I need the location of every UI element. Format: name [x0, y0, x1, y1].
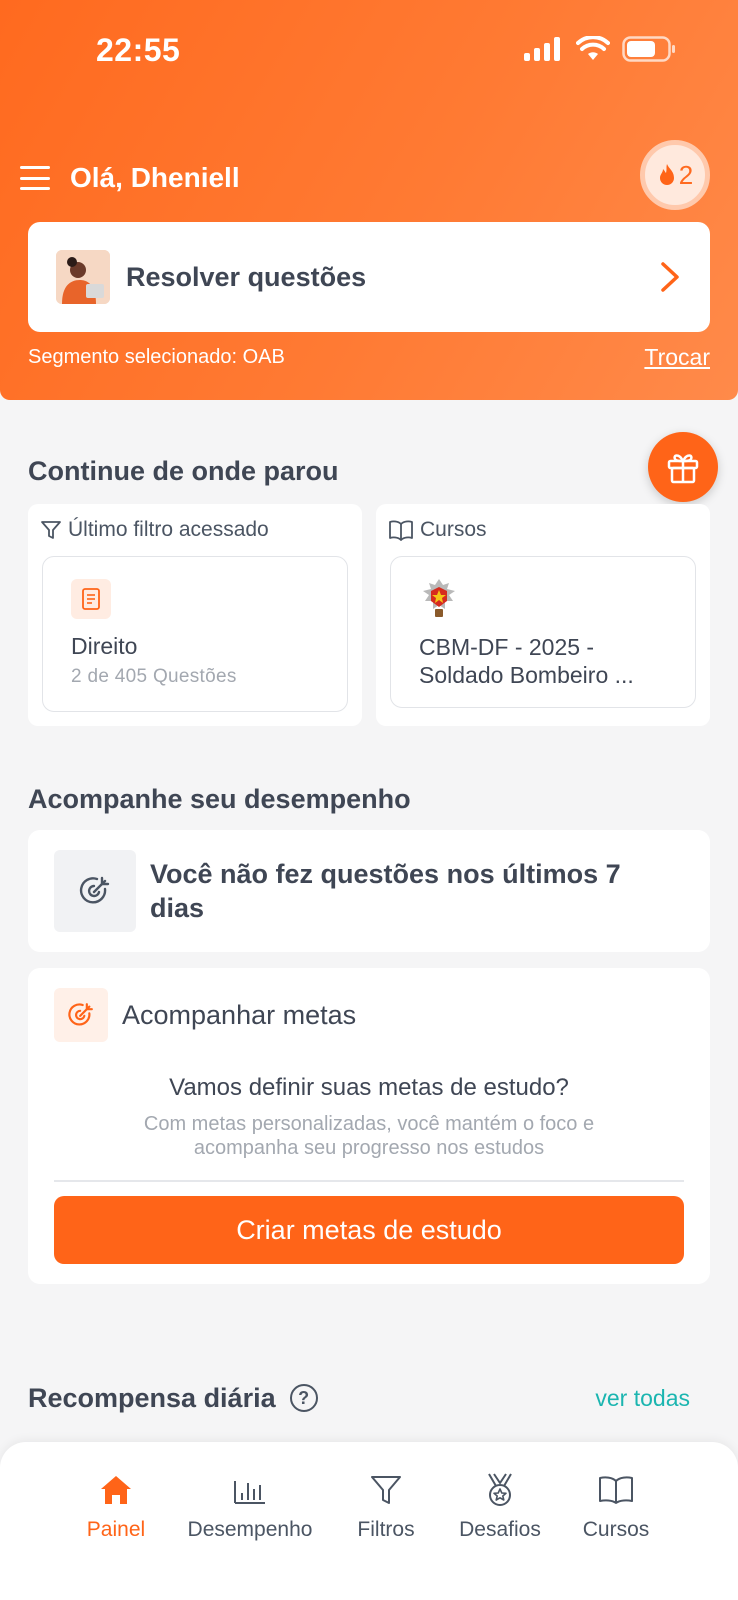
streak-count: 2	[678, 159, 694, 190]
last-filter-title: Direito	[71, 633, 138, 659]
nav-painel[interactable]: Painel	[70, 1472, 162, 1542]
greeting: Olá, Dheniell	[70, 162, 240, 193]
goals-title: Acompanhar metas	[122, 999, 357, 1030]
status-bar: 22:55	[0, 0, 738, 100]
continue-section-title: Continue de onde parou	[28, 456, 339, 486]
last-filter-panel: Último filtro acessado Direito 2 de 405 …	[28, 504, 362, 726]
nav-filtros[interactable]: Filtros	[346, 1472, 426, 1542]
gift-button[interactable]	[648, 432, 718, 502]
goals-description: Com metas personalizadas, você mantém o …	[88, 1112, 650, 1160]
swap-segment-link[interactable]: Trocar	[644, 344, 710, 371]
last-filter-card[interactable]: Direito 2 de 405 Questões	[42, 556, 348, 712]
last-filter-heading-text: Último filtro acessado	[68, 518, 269, 541]
goals-description-line2: acompanha seu progresso nos estudos	[193, 1137, 545, 1159]
nav-label-desempenho: Desempenho	[187, 1518, 313, 1541]
daily-reward-title: Recompensa diária	[28, 1382, 276, 1413]
course-card[interactable]: CBM-DF - 2025 - Soldado Bombeiro ...	[390, 556, 696, 708]
goals-question: Vamos definir suas metas de estudo?	[169, 1074, 569, 1101]
no-activity-line2: dias	[150, 893, 205, 923]
course-title-line1: CBM-DF - 2025 -	[419, 634, 595, 660]
home-icon	[99, 1472, 133, 1508]
gift-icon	[667, 454, 699, 484]
segment-row: Segmento selecionado: OAB Trocar	[28, 344, 710, 371]
chevron-right-icon	[661, 262, 679, 292]
courses-heading: Cursos	[388, 518, 487, 542]
course-title-line2: Soldado Bombeiro ...	[419, 662, 634, 688]
nav-cursos[interactable]: Cursos	[576, 1472, 656, 1542]
nav-label-cursos: Cursos	[582, 1518, 650, 1541]
filter-icon	[369, 1472, 403, 1508]
divider	[54, 1180, 684, 1182]
status-time: 22:55	[96, 32, 181, 68]
signal-icon	[524, 37, 560, 61]
solve-questions-label: Resolver questões	[126, 261, 367, 292]
no-activity-line1: Você não fez questões nos últimos 7	[150, 859, 621, 889]
bottom-nav: Painel Desempenho Filtros Desafios Curso…	[0, 1442, 738, 1600]
nav-desafios[interactable]: Desafios	[450, 1472, 550, 1542]
book-icon	[389, 520, 413, 541]
last-filter-subtitle: 2 de 405 Questões	[71, 666, 237, 687]
solve-questions-card[interactable]: Resolver questões	[28, 222, 710, 332]
header: 22:55 Olá, Dheniell 2 Resolver questões …	[0, 0, 738, 400]
streak-badge[interactable]: 2	[640, 140, 710, 210]
goals-target-icon	[54, 988, 108, 1042]
course-title: CBM-DF - 2025 - Soldado Bombeiro ...	[419, 633, 667, 689]
book-icon	[598, 1472, 634, 1508]
see-all-link[interactable]: ver todas	[595, 1385, 690, 1412]
status-icons	[524, 36, 676, 62]
last-filter-heading: Último filtro acessado	[40, 518, 269, 542]
nav-label-filtros: Filtros	[357, 1518, 415, 1541]
nav-label-desafios: Desafios	[459, 1518, 541, 1541]
nav-desempenho[interactable]: Desempenho	[182, 1472, 318, 1542]
help-icon[interactable]: ?	[289, 1384, 318, 1412]
no-activity-message: Você não fez questões nos últimos 7 dias	[150, 857, 621, 925]
battery-icon	[622, 36, 675, 62]
courses-panel: Cursos CBM-DF - 2025 - Soldado Bombeiro …	[376, 504, 710, 726]
medal-icon	[483, 1472, 517, 1508]
goals-header: Acompanhar metas	[54, 988, 356, 1042]
segment-text: Segmento selecionado: OAB	[28, 346, 285, 368]
daily-reward-row: Recompensa diária ? ver todas	[28, 1378, 690, 1418]
nav-label-painel: Painel	[86, 1518, 146, 1541]
book-doc-icon	[71, 579, 111, 619]
bar-chart-icon	[233, 1472, 267, 1508]
goals-card: Acompanhar metas Vamos definir suas meta…	[28, 968, 710, 1284]
wifi-icon	[576, 36, 610, 60]
filter-icon	[41, 521, 61, 539]
create-goals-button[interactable]: Criar metas de estudo	[54, 1196, 684, 1264]
target-icon	[54, 850, 136, 932]
flame-icon	[659, 164, 674, 185]
menu-icon[interactable]	[20, 166, 50, 190]
fire-department-emblem-icon	[419, 577, 459, 619]
top-row: Olá, Dheniell 2	[20, 140, 710, 210]
no-activity-card: Você não fez questões nos últimos 7 dias	[28, 830, 710, 952]
performance-section-title: Acompanhe seu desempenho	[28, 784, 411, 814]
student-illustration-icon	[56, 250, 110, 304]
goals-description-line1: Com metas personalizadas, você mantém o …	[143, 1113, 595, 1135]
courses-heading-text: Cursos	[420, 518, 487, 541]
